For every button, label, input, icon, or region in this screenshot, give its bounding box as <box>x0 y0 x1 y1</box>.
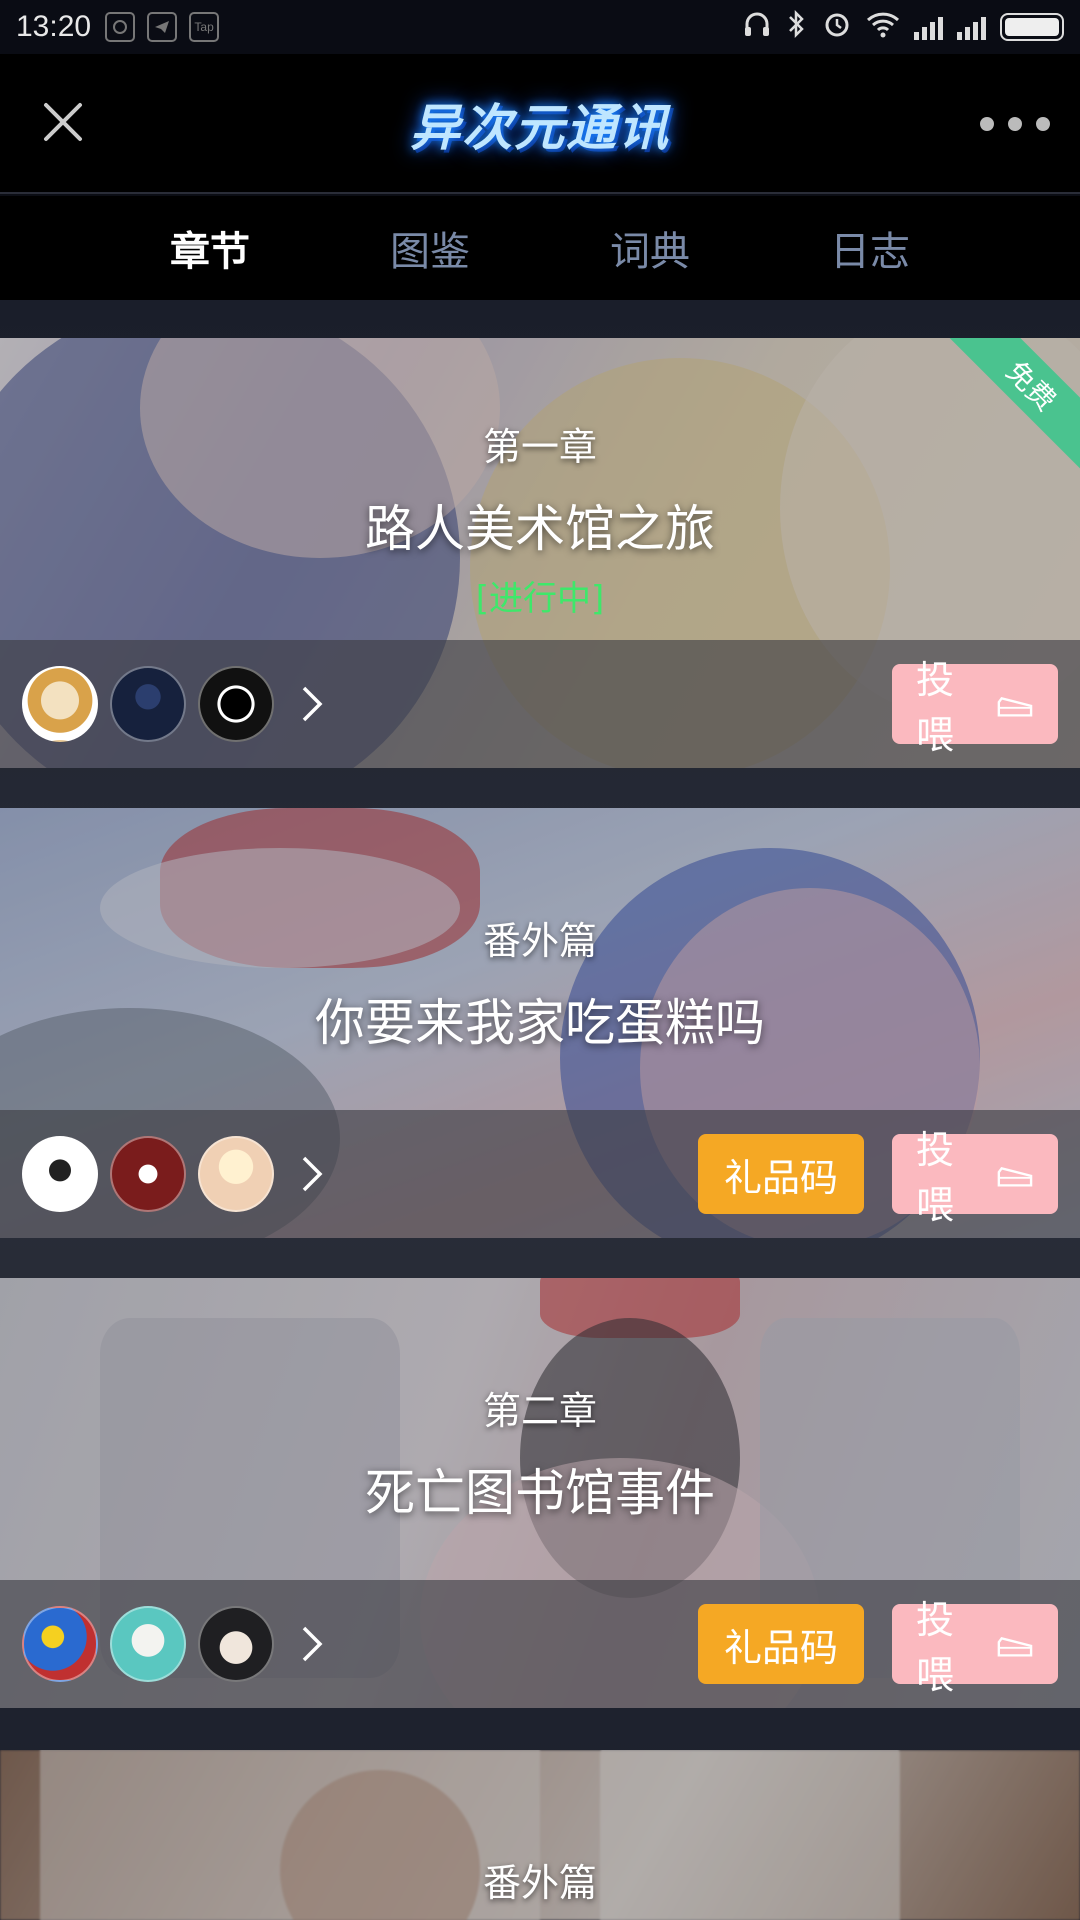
chapter-info: 番外篇 你要来我家吃蛋糕吗 <box>0 910 1080 1055</box>
chapter-info: 番外篇 <box>0 1852 1080 1907</box>
taptap-icon: Tap <box>189 12 220 42</box>
avatar <box>198 1136 274 1212</box>
gift-code-button[interactable]: 礼品码 <box>698 1134 864 1214</box>
avatar-group[interactable] <box>22 1136 274 1212</box>
feed-label: 投喂 <box>916 658 955 757</box>
status-time: 13:20 <box>16 10 92 43</box>
tab-log[interactable]: 日志 <box>760 196 980 300</box>
chapter-card[interactable]: 免费 第一章 路人美术馆之旅 [进行中] 投喂 <box>0 338 1080 768</box>
chapter-card[interactable]: 番外篇 你要来我家吃蛋糕吗 礼品码 投喂 <box>0 808 1080 1238</box>
chapter-label: 第二章 <box>482 1389 597 1433</box>
alarm-icon <box>822 9 852 46</box>
cake-icon <box>997 696 1033 717</box>
telegram-icon <box>147 12 178 42</box>
chapter-card[interactable]: 番外篇 <box>0 1750 1080 1920</box>
cake-icon <box>997 1166 1033 1187</box>
card-actions: 礼品码 投喂 <box>698 1128 1058 1227</box>
battery-icon <box>1000 13 1064 41</box>
avatar <box>110 666 186 742</box>
logo-text: 异次元通讯 <box>410 99 670 157</box>
chapter-status: [进行中] <box>475 579 605 619</box>
avatar <box>110 1136 186 1212</box>
chapter-title: 路人美术馆之旅 <box>365 500 715 558</box>
avatar <box>22 1136 98 1212</box>
chevron-right-icon[interactable] <box>292 1146 332 1202</box>
status-bar: 13:20 Tap <box>0 0 1080 54</box>
chevron-right-icon[interactable] <box>292 1616 332 1672</box>
tab-bar: 章节 图鉴 词典 日志 <box>0 196 1080 300</box>
avatar-group[interactable] <box>22 1606 274 1682</box>
close-icon <box>44 103 82 141</box>
feed-button[interactable]: 投喂 <box>892 1598 1058 1697</box>
card-footer: 礼品码 投喂 <box>0 1110 1080 1238</box>
cake-icon <box>997 1636 1033 1657</box>
avatar <box>110 1606 186 1682</box>
app-logo: 异次元通讯 <box>370 76 710 172</box>
card-actions: 礼品码 投喂 <box>698 1598 1058 1697</box>
netease-icon <box>105 12 136 42</box>
feed-button[interactable]: 投喂 <box>892 1128 1058 1227</box>
wifi-icon <box>866 10 900 45</box>
tab-gallery[interactable]: 图鉴 <box>320 196 540 300</box>
chapter-list: 免费 第一章 路人美术馆之旅 [进行中] 投喂 番外篇 你要来我家吃蛋糕吗 礼品… <box>0 300 1080 1920</box>
chapter-title: 你要来我家吃蛋糕吗 <box>315 994 765 1052</box>
app-header: 异次元通讯 <box>0 54 1080 194</box>
feed-label: 投喂 <box>916 1128 955 1227</box>
chevron-right-icon[interactable] <box>292 676 332 732</box>
tab-dictionary[interactable]: 词典 <box>540 196 760 300</box>
signal-icon <box>957 14 986 40</box>
signal-icon <box>914 14 943 40</box>
chapter-label: 第一章 <box>482 425 597 469</box>
tab-chapters[interactable]: 章节 <box>100 196 320 300</box>
more-button[interactable] <box>980 99 1050 149</box>
avatar <box>198 666 274 742</box>
chapter-title: 死亡图书馆事件 <box>365 1464 715 1522</box>
chapter-card[interactable]: 第二章 死亡图书馆事件 礼品码 投喂 <box>0 1278 1080 1708</box>
chapter-label: 番外篇 <box>482 1861 597 1905</box>
close-button[interactable] <box>30 89 96 155</box>
chapter-info: 第二章 死亡图书馆事件 <box>0 1380 1080 1525</box>
avatar <box>22 1606 98 1682</box>
headphones-icon <box>742 9 772 46</box>
avatar-group[interactable] <box>22 666 274 742</box>
status-right-icons <box>742 9 1064 46</box>
card-footer: 投喂 <box>0 640 1080 768</box>
feed-button[interactable]: 投喂 <box>892 658 1058 757</box>
gift-code-button[interactable]: 礼品码 <box>698 1604 864 1684</box>
more-icon <box>980 117 994 131</box>
avatar <box>22 666 98 742</box>
chapter-info: 第一章 路人美术馆之旅 [进行中] <box>0 416 1080 620</box>
status-left-icons: Tap <box>105 12 220 42</box>
chapter-label: 番外篇 <box>482 919 597 963</box>
bluetooth-icon <box>786 9 808 46</box>
feed-label: 投喂 <box>916 1598 955 1697</box>
card-actions: 投喂 <box>892 658 1058 757</box>
avatar <box>198 1606 274 1682</box>
card-footer: 礼品码 投喂 <box>0 1580 1080 1708</box>
